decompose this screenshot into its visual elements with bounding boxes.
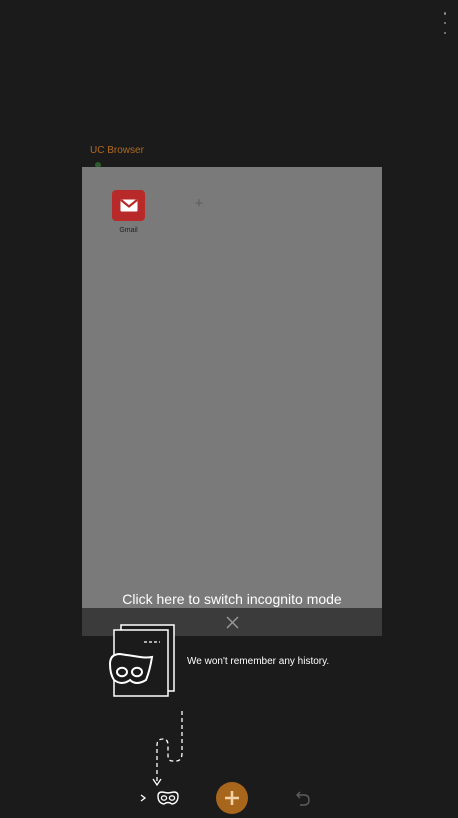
- incognito-tip-description: We won't remember any history.: [187, 656, 330, 667]
- gmail-icon: [112, 190, 145, 221]
- new-tab-button[interactable]: [216, 782, 248, 814]
- overflow-menu-icon[interactable]: [440, 12, 450, 34]
- undo-button[interactable]: [292, 788, 312, 808]
- add-shortcut-plus-icon[interactable]: +: [192, 196, 206, 211]
- incognito-tip-title: Click here to switch incognito mode: [122, 591, 342, 607]
- incognito-mask-icon: [157, 791, 179, 805]
- chevron-right-icon: [140, 794, 147, 802]
- plus-icon: [225, 791, 239, 805]
- incognito-toggle-button[interactable]: [139, 788, 179, 808]
- undo-icon: [296, 791, 310, 806]
- incognito-illustration-icon: [108, 624, 178, 707]
- shortcut-gmail[interactable]: Gmail: [112, 190, 145, 234]
- tab-card-title: UC Browser: [90, 145, 144, 156]
- shortcut-label: Gmail: [119, 227, 138, 234]
- close-tab-icon[interactable]: [224, 614, 240, 630]
- tab-card[interactable]: Gmail +: [82, 167, 382, 636]
- bottom-toolbar: [0, 778, 458, 818]
